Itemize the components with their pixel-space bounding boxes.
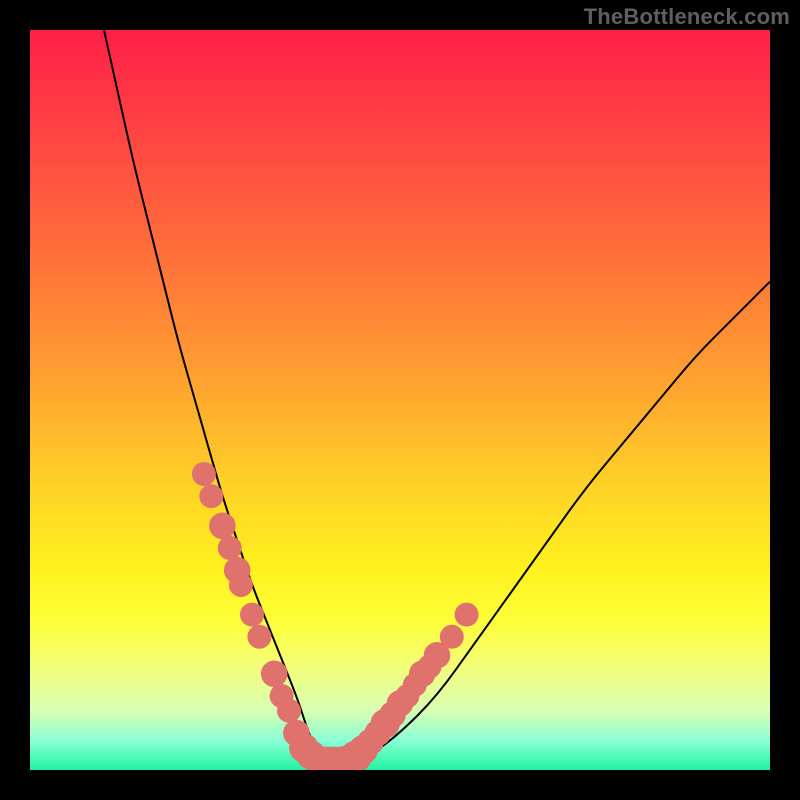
curve-marker (261, 661, 288, 688)
curve-marker (209, 513, 236, 540)
curve-marker (455, 603, 479, 627)
marker-group (192, 462, 479, 770)
chart-svg (30, 30, 770, 770)
curve-marker (199, 484, 223, 508)
curve-marker (192, 462, 216, 486)
curve-marker (240, 603, 264, 627)
chart-plot-area (30, 30, 770, 770)
curve-marker (229, 573, 253, 597)
watermark-text: TheBottleneck.com (584, 4, 790, 30)
curve-marker (247, 625, 271, 649)
curve-marker (440, 625, 464, 649)
curve-marker (218, 536, 242, 560)
curve-marker (277, 699, 301, 723)
